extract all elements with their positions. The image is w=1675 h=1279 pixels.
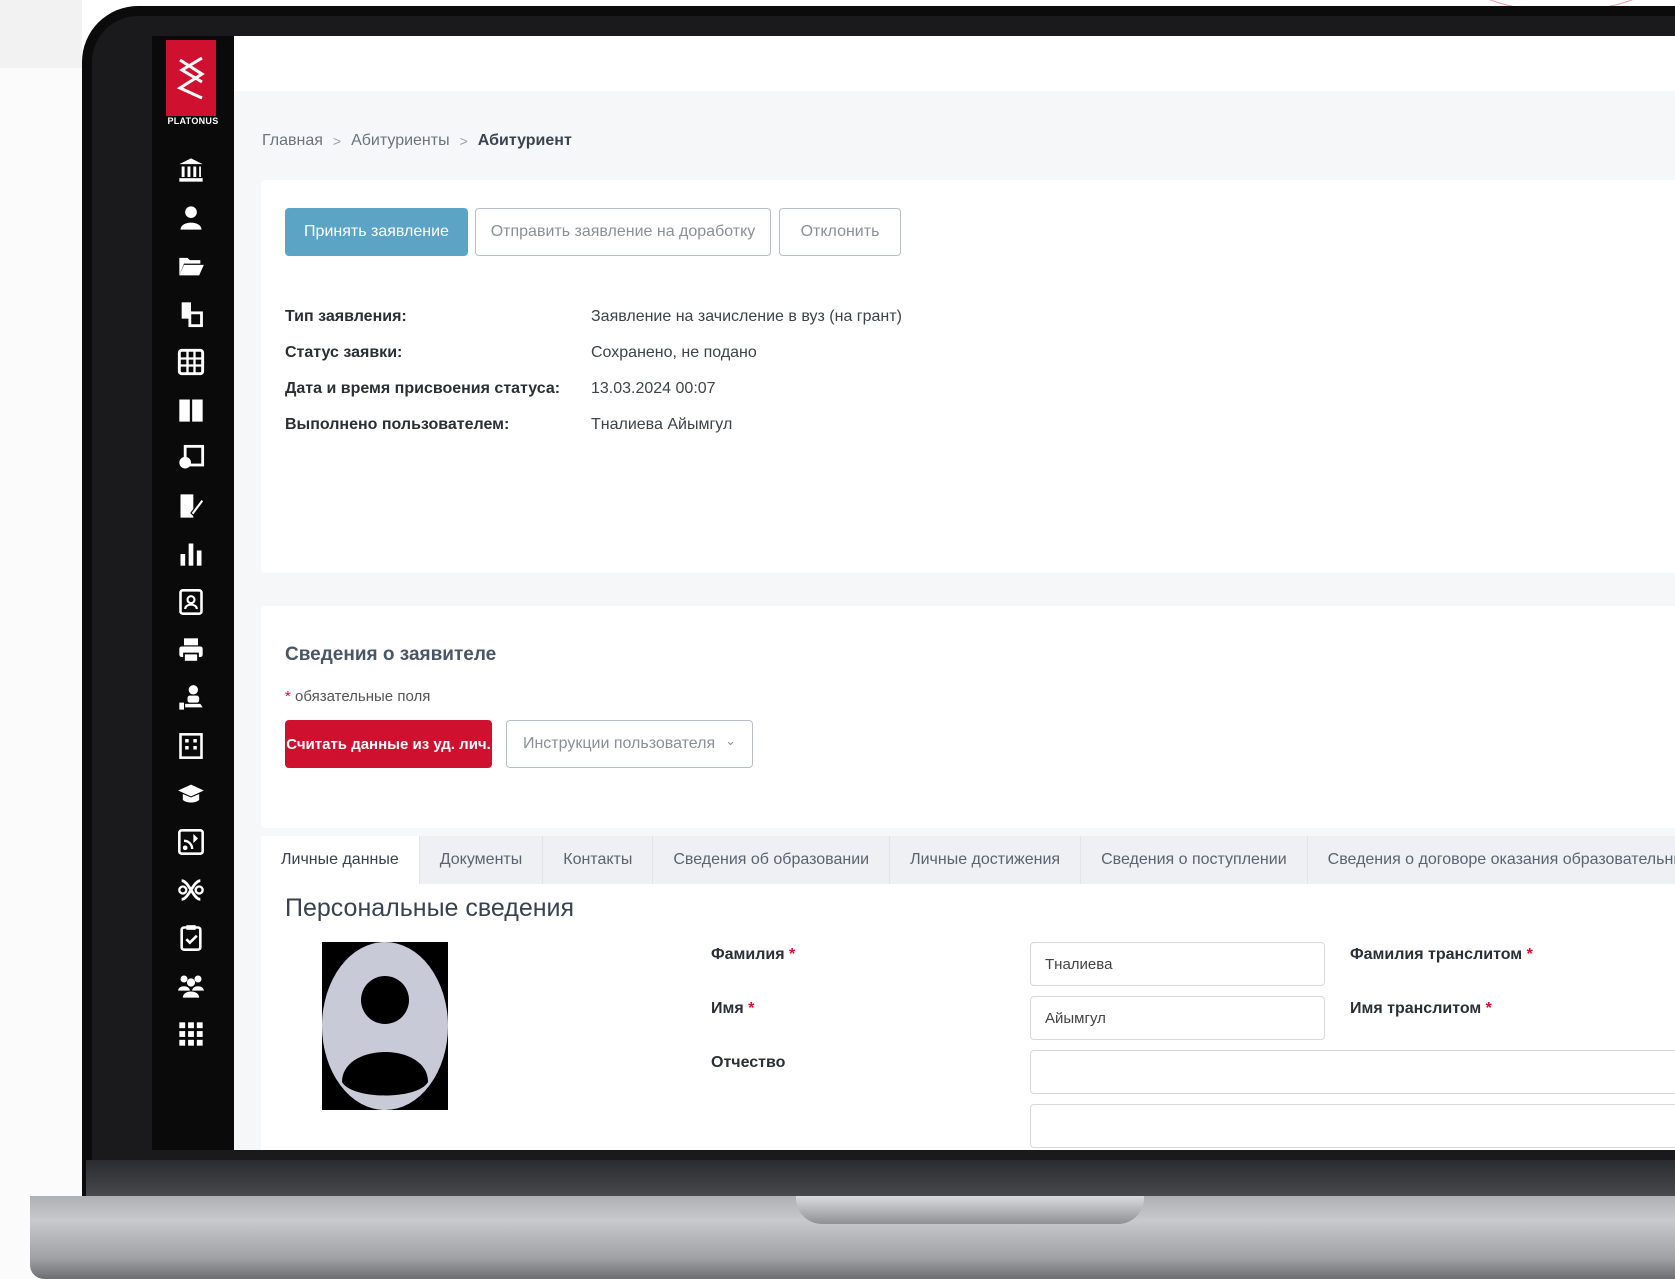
name-translit-label-text: Имя транслитом	[1350, 1000, 1482, 1017]
surname-label: Фамилия *	[711, 946, 795, 964]
breadcrumb-separator: >	[332, 133, 342, 149]
avatar-placeholder-icon	[322, 942, 448, 1110]
read-id-card-button[interactable]: Считать данные из уд. лич.	[285, 720, 492, 768]
info-label: Статус заявки:	[285, 344, 403, 361]
platonus-logo-icon	[176, 56, 205, 100]
university-icon[interactable]	[175, 154, 207, 186]
surname-field[interactable]: Тналиева	[1030, 942, 1325, 986]
book-icon[interactable]	[175, 394, 207, 426]
platonus-logo[interactable]	[166, 40, 216, 116]
building-icon[interactable]	[175, 730, 207, 762]
clipboard-check-icon[interactable]	[175, 922, 207, 954]
personal-data-panel: Персональные сведения Фамилия * Тналиева…	[261, 884, 1675, 1150]
required-star: *	[748, 1000, 755, 1017]
tab-personal-data[interactable]: Личные данные	[261, 836, 420, 884]
reject-button[interactable]: Отклонить	[779, 208, 901, 256]
name-label-text: Имя	[711, 1000, 744, 1017]
tab-achievements[interactable]: Личные достижения	[890, 836, 1082, 884]
info-value: 13.03.2024 00:07	[591, 380, 716, 397]
user-instructions-dropdown[interactable]: Инструкции пользователя ⌄	[506, 720, 753, 768]
top-bar	[234, 36, 1675, 91]
accept-application-button[interactable]: Принять заявление	[285, 208, 468, 256]
info-label: Тип заявления:	[285, 308, 407, 325]
avatar[interactable]	[322, 942, 448, 1110]
rss-card-icon[interactable]	[175, 826, 207, 858]
documents-icon[interactable]	[175, 298, 207, 330]
info-label: Дата и время присвоения статуса:	[285, 380, 561, 397]
info-value: Тналиева Айымгул	[591, 416, 733, 433]
users-group-icon[interactable]	[175, 970, 207, 1002]
application-card: Принять заявление Отправить заявление на…	[261, 180, 1675, 573]
tab-education[interactable]: Сведения об образовании	[653, 836, 891, 884]
bar-chart-icon[interactable]	[175, 538, 207, 570]
patronymic-field[interactable]	[1030, 1050, 1675, 1094]
logo-text: PLATONUS	[167, 116, 219, 126]
platonus-mark-icon[interactable]	[175, 874, 207, 906]
surname-label-text: Фамилия	[711, 946, 785, 963]
tabs: Личные данные Документы Контакты Сведени…	[261, 836, 1675, 884]
background-left	[0, 0, 82, 1279]
required-note: * обязательные поля	[285, 688, 430, 705]
apps-grid-icon[interactable]	[175, 1018, 207, 1050]
required-note-text: обязательные поля	[290, 688, 431, 705]
name-value: Айымгул	[1045, 1009, 1106, 1027]
folder-icon[interactable]	[175, 250, 207, 282]
hand-user-icon[interactable]	[175, 682, 207, 714]
required-star: *	[789, 946, 796, 963]
info-row-date: Дата и время присвоения статуса: 13.03.2…	[285, 380, 716, 398]
tab-documents[interactable]: Документы	[420, 836, 544, 884]
laptop-screen: PLATONUS Главная > Абитуриенты > Абитури…	[152, 36, 1675, 1150]
applicant-section-card: Сведения о заявителе * обязательные поля…	[261, 606, 1675, 828]
breadcrumb-separator: >	[459, 133, 468, 149]
name-field[interactable]: Айымгул	[1030, 996, 1325, 1040]
laptop-hinge	[86, 1160, 1675, 1200]
info-value: Сохранено, не подано	[591, 344, 757, 361]
name-translit-label: Имя транслитом *	[1350, 1000, 1492, 1018]
graduation-cap-icon[interactable]	[175, 778, 207, 810]
tab-admission[interactable]: Сведения о поступлении	[1081, 836, 1308, 884]
surname-value: Тналиева	[1045, 955, 1113, 973]
section-title: Сведения о заявителе	[285, 644, 497, 665]
tab-contract[interactable]: Сведения о договоре оказания образовател…	[1308, 836, 1675, 884]
breadcrumb-applicants[interactable]: Абитуриенты	[351, 132, 450, 150]
tab-contacts[interactable]: Контакты	[543, 836, 654, 884]
info-row-type: Тип заявления: Заявление на зачисление в…	[285, 308, 902, 326]
info-row-status: Статус заявки: Сохранено, не подано	[285, 344, 757, 362]
grid-icon[interactable]	[175, 346, 207, 378]
send-for-rework-button[interactable]: Отправить заявление на доработку	[475, 208, 771, 256]
next-field[interactable]	[1030, 1104, 1675, 1148]
edit-document-icon[interactable]	[175, 490, 207, 522]
breadcrumb-current: Абитуриент	[477, 132, 572, 149]
id-card-icon[interactable]	[175, 586, 207, 618]
printer-icon[interactable]	[175, 634, 207, 666]
surname-translit-label: Фамилия транслитом *	[1350, 946, 1533, 964]
laptop-notch	[796, 1196, 1144, 1224]
breadcrumb: Главная > Абитуриенты > Абитуриент	[262, 132, 572, 150]
required-star: *	[1526, 946, 1533, 963]
surname-translit-label-text: Фамилия транслитом	[1350, 946, 1523, 963]
personal-title: Персональные сведения	[285, 894, 575, 922]
info-label: Выполнено пользователем:	[285, 416, 510, 433]
name-label: Имя *	[711, 1000, 754, 1018]
notebook-icon[interactable]	[175, 442, 207, 474]
user-icon[interactable]	[175, 202, 207, 234]
required-star: *	[1485, 1000, 1492, 1017]
background-left-top	[0, 0, 82, 68]
breadcrumb-home[interactable]: Главная	[262, 132, 323, 150]
info-value: Заявление на зачисление в вуз (на грант)	[591, 308, 902, 325]
chevron-down-icon: ⌄	[725, 733, 737, 748]
sidebar: PLATONUS	[152, 36, 234, 1150]
patronymic-label: Отчество	[711, 1054, 786, 1071]
instructions-label: Инструкции пользователя	[522, 735, 716, 752]
info-row-user: Выполнено пользователем: Тналиева Айымгу…	[285, 416, 732, 434]
